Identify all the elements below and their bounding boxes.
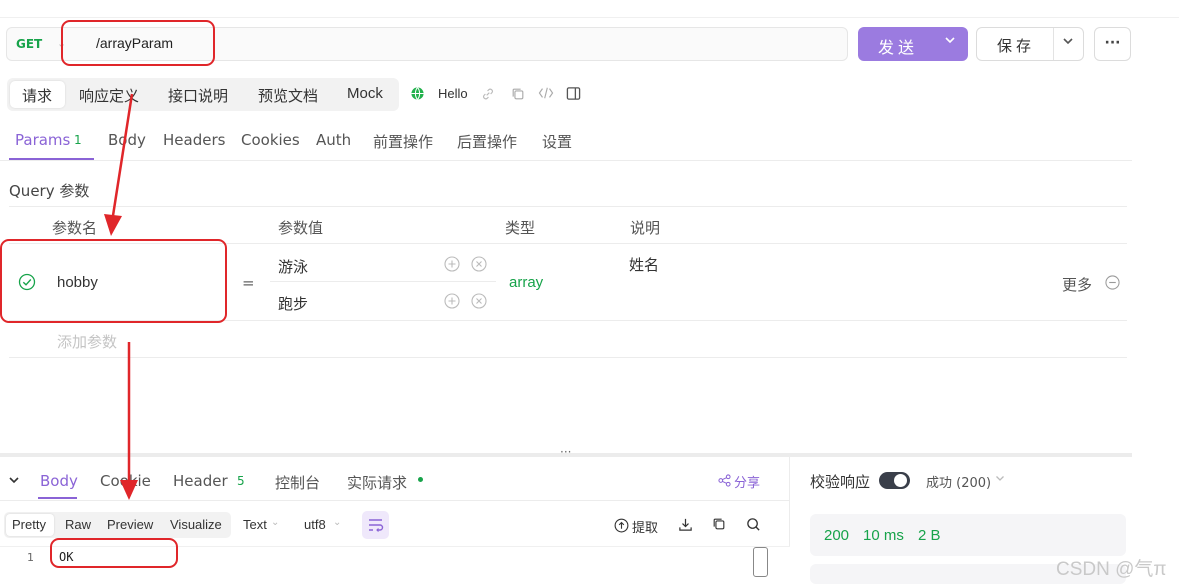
annotation-arrows [104, 93, 138, 500]
watermark: CSDN @气π [1056, 559, 1167, 580]
